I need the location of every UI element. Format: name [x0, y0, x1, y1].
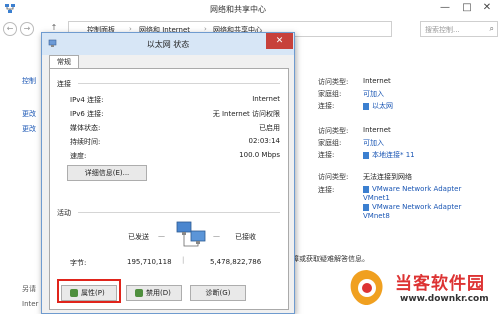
back-button[interactable]: ← [3, 22, 17, 36]
network2-access-type-label: 访问类型: [318, 127, 349, 135]
network-app-icon [5, 4, 15, 13]
search-placeholder: 搜索控制... [425, 26, 460, 34]
tab-general[interactable]: 常规 [49, 55, 79, 69]
network3-connection-link-vmnet8[interactable]: VMware Network Adapter [363, 203, 461, 211]
media-state-label: 媒体状态: [70, 124, 101, 132]
activity-section-label: 活动 [57, 209, 71, 217]
speed-label: 速度: [70, 152, 87, 160]
window-title: 网络和共享中心 [210, 5, 266, 14]
network1-connection-text: 以太网 [372, 102, 393, 110]
sidebar: 控制 更改 更改 [0, 40, 40, 312]
vmnet8-name[interactable]: VMnet8 [363, 212, 390, 220]
forward-button[interactable]: → [20, 22, 34, 36]
dialog-titlebar: 以太网 状态 ✕ [42, 33, 294, 55]
details-button[interactable]: 详细信息(E)... [67, 165, 147, 181]
network-activity-icon [176, 221, 206, 247]
site-logo-icon [350, 270, 383, 306]
vmnet8-adapter-text: VMware Network Adapter [372, 203, 462, 211]
ethernet-status-dialog: 以太网 状态 ✕ 常规 连接 IPv4 连接: Internet IPv6 连接… [41, 32, 295, 314]
close-button[interactable]: ✕ [480, 2, 494, 14]
search-input[interactable]: 搜索控制... ⌕ [420, 21, 498, 37]
network2-connection-text: 本地连接* 11 [372, 151, 415, 159]
adapter-icon [363, 203, 369, 211]
watermark: 当客软件园 www.downkr.com [345, 266, 497, 312]
bytes-label: 字节: [70, 259, 87, 267]
disable-button-label: 禁用(D) [146, 289, 171, 297]
network1-connection-link[interactable]: 以太网 [363, 101, 393, 111]
maximize-button[interactable]: □ [460, 2, 474, 14]
network1-connection-label: 连接: [318, 102, 335, 110]
network1-access-type-label: 访问类型: [318, 78, 349, 86]
window-titlebar: 网络和共享中心 — □ ✕ [0, 0, 499, 18]
bytes-separator: | [182, 256, 185, 264]
network1-access-type: Internet [363, 77, 391, 85]
see-also-internet-link[interactable]: Inter [22, 300, 38, 308]
network2-homegroup-link[interactable]: 可加入 [363, 138, 384, 148]
duration-label: 持续时间: [70, 138, 101, 146]
bytes-received-value: 5,478,822,786 [210, 258, 262, 266]
duration-value: 02:03:14 [248, 137, 280, 145]
adapter-icon [363, 185, 369, 193]
sent-label: 已发送 [128, 233, 149, 241]
ethernet-icon [363, 102, 369, 110]
network3-access-type-label: 访问类型: [318, 173, 349, 181]
network2-connection-link[interactable]: 本地连接* 11 [363, 150, 415, 160]
speed-value: 100.0 Mbps [239, 151, 280, 159]
dialog-close-button[interactable]: ✕ [266, 33, 293, 49]
vmnet1-name[interactable]: VMnet1 [363, 194, 390, 202]
ipv4-value: Internet [252, 95, 280, 103]
sidebar-item-control[interactable]: 控制 [22, 76, 36, 86]
sent-dash: — [158, 232, 165, 240]
sidebar-item-change-1[interactable]: 更改 [22, 109, 36, 119]
network2-access-type: Internet [363, 126, 391, 134]
general-tab-panel: 连接 IPv4 连接: Internet IPv6 连接: 无 Internet… [49, 68, 289, 310]
bytes-sent-value: 195,710,118 [127, 258, 172, 266]
received-label: 已接收 [235, 233, 256, 241]
diagnose-button[interactable]: 诊断(G) [190, 285, 246, 301]
connection-section-label: 连接 [57, 80, 71, 88]
shield-icon [135, 289, 143, 297]
troubleshoot-text: 障或获取疑难解答信息。 [292, 255, 369, 263]
watermark-text: 当客软件园 [395, 274, 485, 294]
ipv6-label: IPv6 连接: [70, 110, 104, 118]
network3-access-type: 无法连接到网络 [363, 173, 412, 181]
received-dash: — [213, 232, 220, 240]
network2-connection-label: 连接: [318, 151, 335, 159]
network2-homegroup-label: 家庭组: [318, 139, 342, 147]
media-state-value: 已启用 [259, 124, 280, 132]
minimize-button[interactable]: — [438, 2, 452, 14]
sidebar-item-change-2[interactable]: 更改 [22, 124, 36, 134]
network1-homegroup-link[interactable]: 可加入 [363, 89, 384, 99]
vmnet1-adapter-text: VMware Network Adapter [372, 185, 462, 193]
highlight-frame [57, 279, 121, 303]
wireless-icon [363, 151, 369, 159]
section-divider [78, 83, 280, 84]
dialog-title: 以太网 状态 [146, 40, 190, 49]
disable-button[interactable]: 禁用(D) [126, 285, 182, 301]
section-divider [78, 212, 280, 213]
ipv6-value: 无 Internet 访问权限 [212, 110, 280, 118]
watermark-url: www.downkr.com [400, 294, 489, 304]
see-also-heading: 另请 [22, 285, 36, 293]
network3-connection-label: 连接: [318, 186, 335, 194]
network3-connection-link-vmnet1[interactable]: VMware Network Adapter [363, 185, 461, 193]
ipv4-label: IPv4 连接: [70, 96, 104, 104]
search-icon[interactable]: ⌕ [490, 24, 494, 34]
network1-homegroup-label: 家庭组: [318, 90, 342, 98]
